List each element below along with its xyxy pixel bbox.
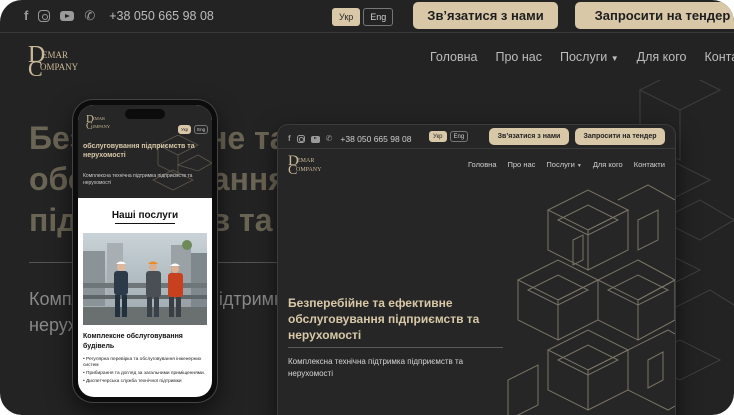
workers-photo — [83, 233, 207, 325]
list-item: • Диспетчерська служба технічної підтрим… — [83, 378, 182, 384]
win-phone-number[interactable]: +38 050 665 98 08 — [340, 134, 411, 144]
showcase-frame: f ✆ +38 050 665 98 08 Укр Eng Зв’язатися… — [0, 0, 734, 415]
youtube-icon[interactable] — [310, 135, 320, 143]
nav-services[interactable]: Послуги ▼ — [560, 50, 619, 64]
phone-notch — [125, 109, 165, 119]
mobile-language-switcher: Укр Eng — [178, 125, 209, 134]
chevron-down-icon: ▼ — [610, 54, 619, 63]
win-hero-title: Безперебійне та ефективне обслуговування… — [288, 296, 480, 342]
bg-language-switcher: Укр Eng — [332, 8, 394, 26]
contact-button[interactable]: Зв’язатися з нами — [489, 128, 569, 145]
tender-button[interactable]: Запросити на тендер — [575, 2, 734, 29]
instagram-icon[interactable] — [296, 135, 305, 143]
lang-ukr[interactable]: Укр — [178, 125, 192, 134]
contact-button[interactable]: Зв’язатися з нами — [413, 2, 558, 29]
bg-phone-number[interactable]: +38 050 665 98 08 — [109, 9, 214, 23]
lang-ukr[interactable]: Укр — [429, 131, 447, 142]
nav-about[interactable]: Про нас — [496, 50, 542, 64]
chevron-down-icon: ▼ — [576, 163, 582, 169]
services-title: Наші послуги — [78, 210, 212, 224]
nav-home[interactable]: Головна — [430, 50, 478, 64]
tender-button[interactable]: Запросити на тендер — [575, 128, 665, 145]
service-card-list: • Регулярна перевірка та обслуговування … — [83, 357, 207, 386]
lang-eng[interactable]: Eng — [363, 8, 394, 26]
mobile-hero-subtitle: Комплексна технічна підтримка підприємст… — [83, 173, 193, 186]
instagram-icon[interactable] — [38, 10, 51, 22]
service-card-title: Комплексне обслуговування будівель — [83, 333, 183, 350]
nav-contacts[interactable]: Контакти — [634, 160, 665, 169]
bg-topbar: f ✆ +38 050 665 98 08 Укр Eng Зв’язатися… — [0, 0, 734, 33]
lang-eng[interactable]: Eng — [194, 125, 209, 134]
facebook-icon[interactable]: f — [24, 9, 28, 23]
bg-main-nav: Головна Про нас Послуги ▼ Для кого Конта… — [430, 50, 734, 64]
facebook-icon[interactable]: f — [288, 132, 291, 146]
win-social-links: f ✆ +38 050 665 98 08 — [288, 132, 412, 146]
nav-home[interactable]: Головна — [468, 160, 497, 169]
nav-contacts[interactable]: Контакти — [704, 50, 734, 64]
win-topbar: f ✆ +38 050 665 98 08 Укр Eng Зв’язатися… — [278, 125, 675, 149]
nav-about[interactable]: Про нас — [508, 160, 536, 169]
lang-ukr[interactable]: Укр — [332, 8, 361, 26]
win-divider — [288, 347, 503, 348]
nav-for-whom[interactable]: Для кого — [593, 160, 623, 169]
mobile-screen: D EMAR C OMPANY Укр Eng обслуговування п… — [78, 105, 212, 397]
phone-icon: ✆ — [325, 134, 333, 143]
win-hero-subtitle: Комплексна технічна підтримка підприємст… — [288, 357, 464, 378]
youtube-icon[interactable] — [60, 11, 75, 21]
win-isometric-pattern — [507, 184, 675, 415]
nav-for-whom[interactable]: Для кого — [637, 50, 687, 64]
phone-icon: ✆ — [84, 8, 96, 23]
nav-services[interactable]: Послуги ▼ — [546, 160, 581, 169]
win-language-switcher: Укр Eng — [429, 131, 469, 142]
list-item: • Прибирання та догляд за загальними при… — [83, 370, 205, 376]
lang-eng[interactable]: Eng — [449, 131, 469, 142]
mobile-preview-device: D EMAR C OMPANY Укр Eng обслуговування п… — [73, 100, 217, 402]
list-item: • Регулярна перевірка та обслуговування … — [83, 357, 202, 369]
bg-social-links: f ✆ +38 050 665 98 08 — [24, 8, 214, 24]
win-main-nav: Головна Про нас Послуги ▼ Для кого Конта… — [468, 160, 665, 169]
desktop-preview-window: f ✆ +38 050 665 98 08 Укр Eng Зв’язатися… — [278, 125, 675, 415]
mobile-hero-title: обслуговування підприємств та нерухомост… — [83, 143, 195, 159]
